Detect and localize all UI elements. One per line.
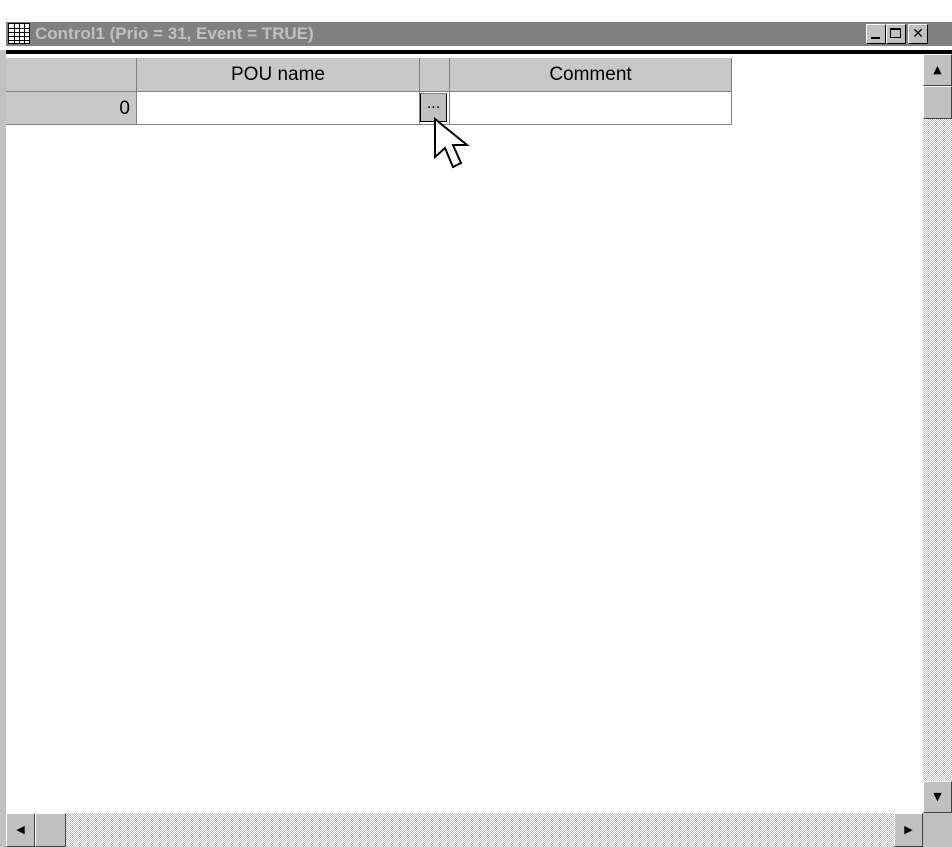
arrow-left-icon: ◀	[16, 823, 25, 836]
vertical-scrollbar[interactable]: ▲ ▼	[923, 54, 952, 813]
pou-table-window: Control1 (Prio = 31, Event = TRUE) ✕ POU…	[0, 0, 952, 847]
scroll-up-button[interactable]: ▲	[923, 54, 952, 86]
column-header-pou-name[interactable]: POU name	[137, 58, 420, 92]
mouse-pointer-icon	[434, 117, 470, 169]
maximize-button[interactable]	[886, 24, 906, 44]
close-icon: ✕	[912, 26, 924, 42]
size-grip[interactable]	[923, 813, 952, 847]
arrow-right-icon: ▶	[904, 823, 913, 836]
scroll-left-button[interactable]: ◀	[6, 813, 35, 847]
title-bar[interactable]: Control1 (Prio = 31, Event = TRUE) ✕	[0, 0, 952, 50]
close-button[interactable]: ✕	[908, 24, 928, 44]
arrow-up-icon: ▲	[933, 63, 942, 76]
table-grid-icon[interactable]	[8, 23, 30, 44]
horizontal-scrollbar[interactable]: ◀ ▶	[6, 813, 923, 847]
arrow-down-icon: ▼	[933, 790, 942, 803]
window-title: Control1 (Prio = 31, Event = TRUE)	[35, 24, 314, 43]
pou-name-cell[interactable]	[137, 92, 420, 125]
comment-cell[interactable]	[450, 92, 732, 125]
row-header[interactable]: 0	[6, 92, 137, 125]
minimize-button[interactable]	[866, 24, 886, 44]
column-header-browse[interactable]	[420, 58, 450, 92]
scroll-down-button[interactable]: ▼	[923, 781, 952, 813]
column-header-comment[interactable]: Comment	[450, 58, 732, 92]
vertical-scroll-thumb[interactable]	[923, 86, 952, 119]
corner-header[interactable]	[6, 58, 137, 92]
scroll-right-button[interactable]: ▶	[894, 813, 923, 847]
horizontal-scroll-thumb[interactable]	[35, 813, 66, 847]
